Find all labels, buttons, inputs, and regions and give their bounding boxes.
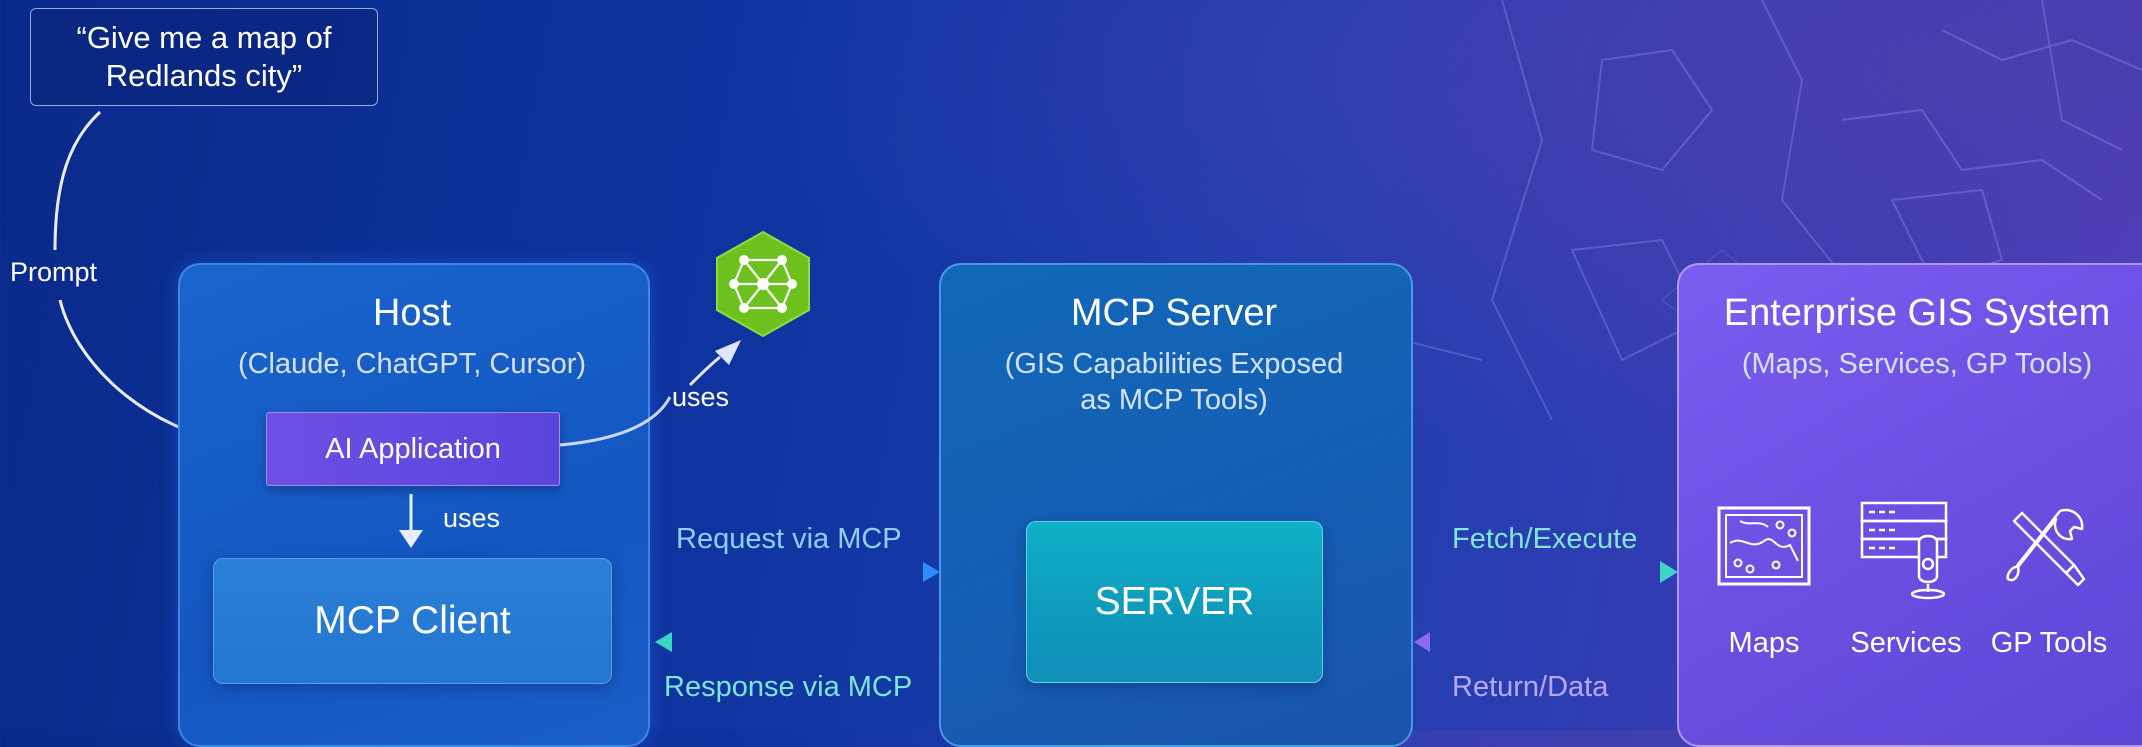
gis-subtitle: (Maps, Services, GP Tools) — [1741, 348, 2093, 380]
fetch-execute-arrow — [1410, 561, 1678, 583]
gis-item-maps-label: Maps — [1728, 627, 1800, 659]
gis-title: Enterprise GIS System — [1723, 292, 2111, 334]
mcp-server-title: MCP Server — [1070, 292, 1278, 334]
fetch-execute-label: Fetch/Execute — [1452, 523, 1638, 555]
gis-item-gp-tools-label: GP Tools — [1990, 627, 2108, 659]
request-label: Request via MCP — [676, 523, 902, 555]
request-arrow — [655, 562, 940, 582]
uses-down-arrow — [399, 494, 423, 548]
prompt-label: Prompt — [10, 257, 98, 287]
response-arrow — [655, 632, 940, 652]
neural-network-icon — [716, 230, 810, 338]
mcp-server-subtitle: (GIS Capabilities Exposed as MCP Tools) — [1004, 348, 1344, 416]
tools-icon — [2006, 508, 2086, 587]
uses-client-label: uses — [443, 503, 501, 533]
mcp-client-box: MCP Client — [213, 558, 612, 684]
map-icon — [1717, 506, 1811, 586]
server-box: SERVER — [1026, 521, 1323, 683]
server-stack-icon — [1860, 501, 1948, 600]
return-data-label: Return/Data — [1452, 671, 1609, 703]
uses-llm-label: uses — [672, 382, 730, 412]
response-label: Response via MCP — [664, 671, 913, 703]
gis-item-services-label: Services — [1850, 627, 1962, 659]
ai-application-box: AI Application — [266, 412, 560, 486]
return-data-arrow — [1414, 632, 1678, 652]
